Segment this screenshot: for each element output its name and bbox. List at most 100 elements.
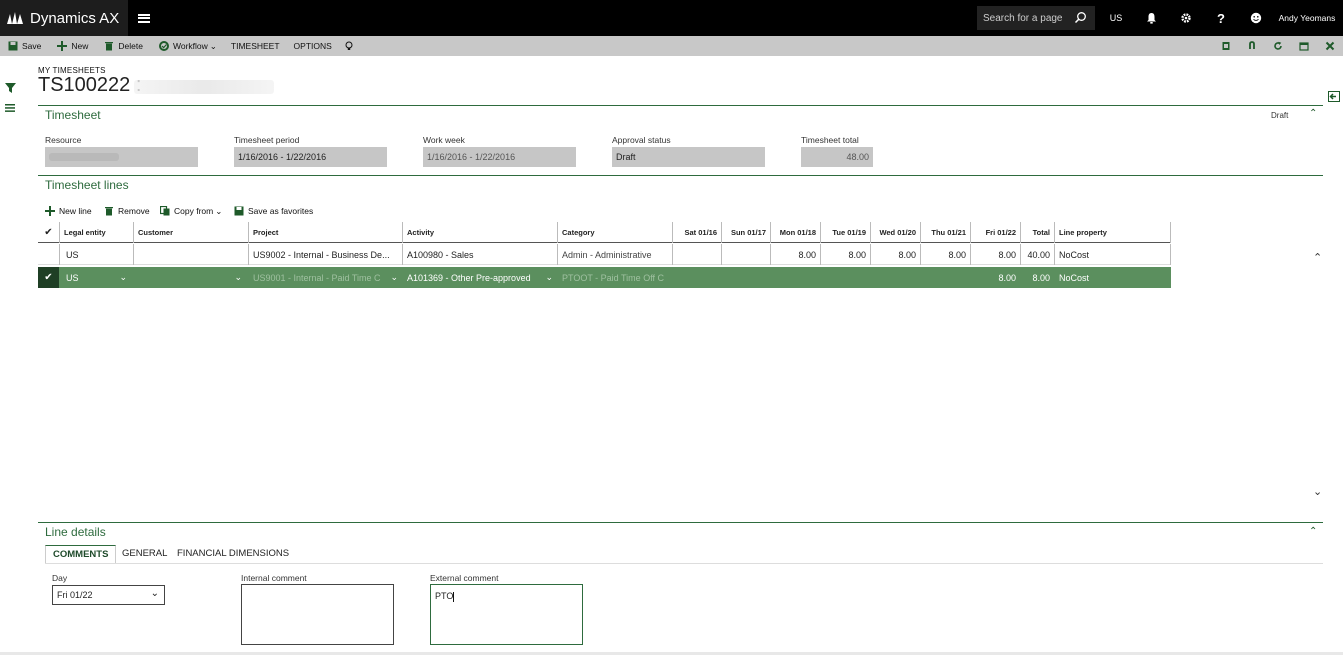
copy-from-menu[interactable]: Copy from ⌄ <box>160 201 222 221</box>
col-line-property[interactable]: Line property <box>1055 222 1171 243</box>
close-button[interactable] <box>1322 36 1338 56</box>
delete-button[interactable]: Delete <box>104 36 143 56</box>
col-sat[interactable]: Sat 01/16 <box>673 222 722 243</box>
col-project[interactable]: Project <box>249 222 403 243</box>
line-details-section-title[interactable]: Line details <box>45 525 106 539</box>
new-line-button[interactable]: New line <box>45 201 92 221</box>
cell-thu[interactable]: 8.00 <box>921 244 971 265</box>
row-select[interactable] <box>38 244 60 265</box>
scroll-down-icon[interactable]: ⌄ <box>1313 485 1322 498</box>
cell-category[interactable]: PTOOT - Paid Time Off C <box>558 267 673 288</box>
col-category[interactable]: Category <box>558 222 673 243</box>
internal-comment-input[interactable] <box>241 584 394 645</box>
cell-sat[interactable] <box>673 244 722 265</box>
open-new-window-button[interactable] <box>1296 36 1312 56</box>
cell-thu[interactable] <box>921 267 971 288</box>
office-button[interactable] <box>1218 36 1234 56</box>
tab-general[interactable]: GENERAL <box>122 548 167 559</box>
company-selector[interactable]: US <box>1105 0 1127 36</box>
cell-customer[interactable] <box>134 244 249 265</box>
cell-category[interactable]: Admin - Administrative <box>558 244 673 265</box>
chevron-down-icon[interactable]: ⌄ <box>390 272 398 283</box>
search-icon[interactable] <box>1074 11 1087 24</box>
remove-button[interactable]: Remove <box>104 201 150 221</box>
row-select-checkbox[interactable]: ✔ <box>38 267 60 288</box>
chevron-down-icon[interactable]: ⌄ <box>234 272 242 283</box>
workflow-menu[interactable]: Workflow ⌄ <box>158 36 217 56</box>
brand[interactable]: Dynamics AX <box>0 0 128 36</box>
help-button[interactable]: ? <box>1210 0 1232 36</box>
col-wed[interactable]: Wed 01/20 <box>871 222 921 243</box>
save-button[interactable]: Save <box>8 36 41 56</box>
table-row-selected[interactable]: ✔ US ⌄ ⌄ US9001 - Internal - Paid Time C ⌄… <box>38 267 1171 288</box>
timesheet-lines-section-title[interactable]: Timesheet lines <box>45 178 129 192</box>
notifications-button[interactable] <box>1140 0 1162 36</box>
approval-status-field: Draft <box>612 147 765 167</box>
lightbulb-icon <box>345 41 353 50</box>
cell-legal-entity[interactable]: US <box>60 244 134 265</box>
save-as-favorites-button[interactable]: Save as favorites <box>234 201 313 221</box>
list-icon[interactable] <box>5 103 15 113</box>
refresh-button[interactable] <box>1270 36 1286 56</box>
col-tue[interactable]: Tue 01/19 <box>821 222 871 243</box>
settings-button[interactable] <box>1175 0 1197 36</box>
collapse-chevron-icon[interactable]: ⌃ <box>1309 526 1317 537</box>
day-dropdown[interactable]: Fri 01/22 ⌄ <box>52 585 165 605</box>
col-thu[interactable]: Thu 01/21 <box>921 222 971 243</box>
timesheet-total-label: Timesheet total <box>801 135 859 145</box>
col-activity[interactable]: Activity <box>403 222 558 243</box>
col-customer[interactable]: Customer <box>134 222 249 243</box>
cell-line-property[interactable]: NoCost <box>1055 267 1171 288</box>
app-name: Dynamics AX <box>30 9 120 27</box>
cell-legal-entity[interactable]: US ⌄ <box>60 267 134 288</box>
cell-activity[interactable]: A101369 - Other Pre-approved ⌄ <box>403 267 558 288</box>
external-comment-input[interactable]: PTO <box>430 584 583 645</box>
user-name[interactable]: Andy Yeomans <box>1275 0 1339 36</box>
filter-icon[interactable] <box>5 83 16 93</box>
navigation-menu-button[interactable] <box>128 0 160 36</box>
col-sun[interactable]: Sun 01/17 <box>722 222 771 243</box>
collapse-chevron-icon[interactable]: ⌃ <box>1309 108 1317 119</box>
col-legal-entity[interactable]: Legal entity <box>60 222 134 243</box>
grid-scrollbar[interactable]: ⌃ ⌄ <box>1310 245 1324 507</box>
tab-options[interactable]: OPTIONS <box>294 36 332 56</box>
cell-fri[interactable]: 8.00 <box>971 244 1021 265</box>
cell-fri[interactable]: 8.00 <box>971 267 1021 288</box>
grid-header: ✔ Legal entity Customer Project Activity… <box>38 222 1171 243</box>
tab-comments[interactable]: COMMENTS <box>45 545 117 564</box>
cell-project[interactable]: US9001 - Internal - Paid Time C ⌄ <box>249 267 403 288</box>
search-box[interactable]: Search for a page <box>977 6 1095 30</box>
cell-project[interactable]: US9002 - Internal - Business De... <box>249 244 403 265</box>
trash-icon <box>105 207 113 216</box>
col-fri[interactable]: Fri 01/22 <box>971 222 1021 243</box>
chevron-down-icon[interactable]: ⌄ <box>119 272 127 283</box>
factbox-toggle-icon[interactable] <box>1328 91 1340 102</box>
timesheet-section-title[interactable]: Timesheet <box>45 108 101 122</box>
new-button[interactable]: New <box>57 36 88 56</box>
top-navigation-bar: Dynamics AX Search for a page US ? Andy … <box>0 0 1343 36</box>
cell-tue[interactable]: 8.00 <box>821 244 871 265</box>
cell-line-property[interactable]: NoCost <box>1055 244 1171 265</box>
attach-button[interactable] <box>1244 36 1260 56</box>
tab-timesheet[interactable]: TIMESHEET <box>231 36 280 56</box>
cell-sat[interactable] <box>673 267 722 288</box>
col-total[interactable]: Total <box>1021 222 1055 243</box>
col-mon[interactable]: Mon 01/18 <box>771 222 821 243</box>
table-row[interactable]: US US9002 - Internal - Business De... A1… <box>38 244 1171 265</box>
scroll-up-icon[interactable]: ⌃ <box>1313 251 1322 264</box>
cell-wed[interactable]: 8.00 <box>871 244 921 265</box>
chevron-down-icon[interactable]: ⌄ <box>545 272 553 283</box>
cell-mon[interactable]: 8.00 <box>771 244 821 265</box>
cell-sun[interactable] <box>722 267 771 288</box>
cell-sun[interactable] <box>722 244 771 265</box>
select-all-checkbox[interactable]: ✔ <box>38 222 60 243</box>
cell-tue[interactable] <box>821 267 871 288</box>
feedback-button[interactable] <box>1245 0 1267 36</box>
tell-me-button[interactable] <box>344 36 358 56</box>
cell-mon[interactable] <box>771 267 821 288</box>
tab-financial-dimensions[interactable]: FINANCIAL DIMENSIONS <box>177 548 289 559</box>
cell-customer[interactable]: ⌄ <box>134 267 249 288</box>
cell-activity[interactable]: A100980 - Sales <box>403 244 558 265</box>
cell-wed[interactable] <box>871 267 921 288</box>
timesheet-period-field: 1/16/2016 - 1/22/2016 <box>234 147 387 167</box>
